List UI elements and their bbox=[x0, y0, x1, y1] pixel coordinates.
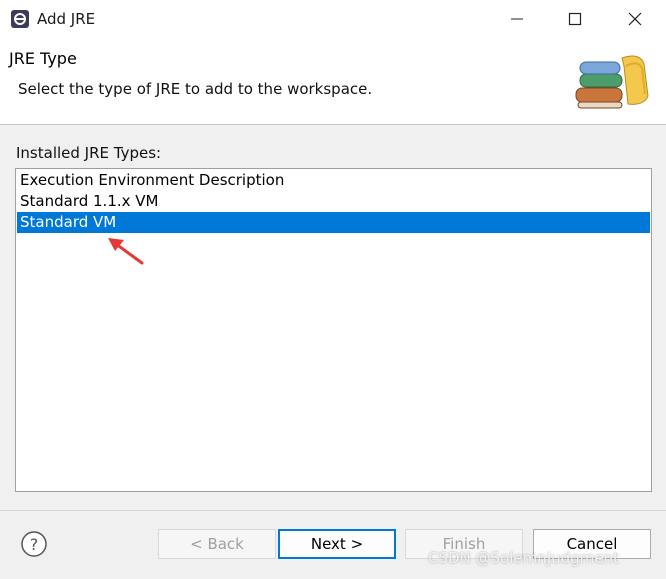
maximize-button[interactable] bbox=[546, 0, 604, 38]
close-icon bbox=[628, 12, 642, 26]
jre-types-list[interactable]: Execution Environment Description Standa… bbox=[15, 168, 652, 492]
library-books-icon bbox=[575, 55, 649, 109]
maximize-icon bbox=[568, 12, 582, 26]
list-item-execution-environment[interactable]: Execution Environment Description bbox=[17, 170, 650, 191]
svg-text:?: ? bbox=[30, 535, 39, 554]
watermark: CSDN @SolemnJudgment bbox=[428, 549, 619, 567]
eclipse-icon bbox=[11, 10, 29, 28]
list-item-standard-vm[interactable]: Standard VM bbox=[17, 212, 650, 233]
footer-separator bbox=[0, 510, 666, 511]
next-button[interactable]: Next > bbox=[278, 529, 396, 559]
close-button[interactable] bbox=[606, 0, 664, 38]
help-icon[interactable]: ? bbox=[20, 530, 48, 558]
wizard-header: JRE Type Select the type of JRE to add t… bbox=[0, 38, 666, 125]
add-jre-dialog: Add JRE JRE Type Select the type of JRE … bbox=[0, 0, 666, 579]
list-item-standard-1-1-x-vm[interactable]: Standard 1.1.x VM bbox=[17, 191, 650, 212]
window-title: Add JRE bbox=[37, 10, 96, 28]
minimize-icon bbox=[511, 18, 523, 20]
page-description: Select the type of JRE to add to the wor… bbox=[18, 80, 373, 98]
annotation-arrow-icon bbox=[108, 238, 144, 265]
title-bar: Add JRE bbox=[0, 0, 666, 38]
installed-jre-types-label: Installed JRE Types: bbox=[16, 144, 162, 162]
back-button[interactable]: < Back bbox=[158, 529, 276, 559]
page-title: JRE Type bbox=[9, 49, 77, 68]
minimize-button[interactable] bbox=[488, 0, 546, 38]
